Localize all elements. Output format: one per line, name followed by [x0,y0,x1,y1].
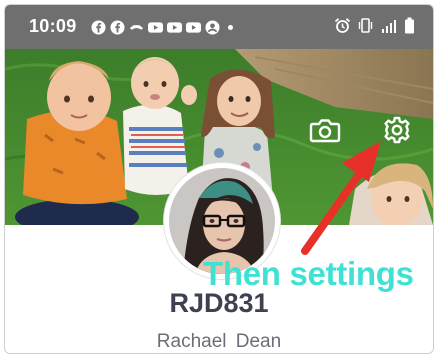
notification-icons [91,18,243,36]
more-notifications-dot [228,24,233,30]
annotation-text: Then settings [203,255,414,292]
facebook-icon [91,20,106,35]
signal-icon [380,18,398,39]
settings-gear-icon[interactable] [382,115,412,145]
status-bar: 10:09 [5,5,433,49]
vibrate-icon [357,17,374,39]
profile-full-name: Rachael Dean [156,331,282,352]
camera-icon[interactable] [309,116,341,144]
alarm-icon [334,17,351,39]
controller-icon [129,20,144,35]
system-icons [334,17,415,39]
youtube-icon [148,20,163,35]
status-time: 10:09 [29,16,77,36]
youtube-icon [186,20,201,35]
account-icon [205,20,220,35]
facebook-icon [110,20,125,35]
profile-screen: 10:09 Then settings RJD831 Rachael Dean [4,4,434,354]
youtube-icon [167,20,182,35]
battery-icon [404,17,415,39]
